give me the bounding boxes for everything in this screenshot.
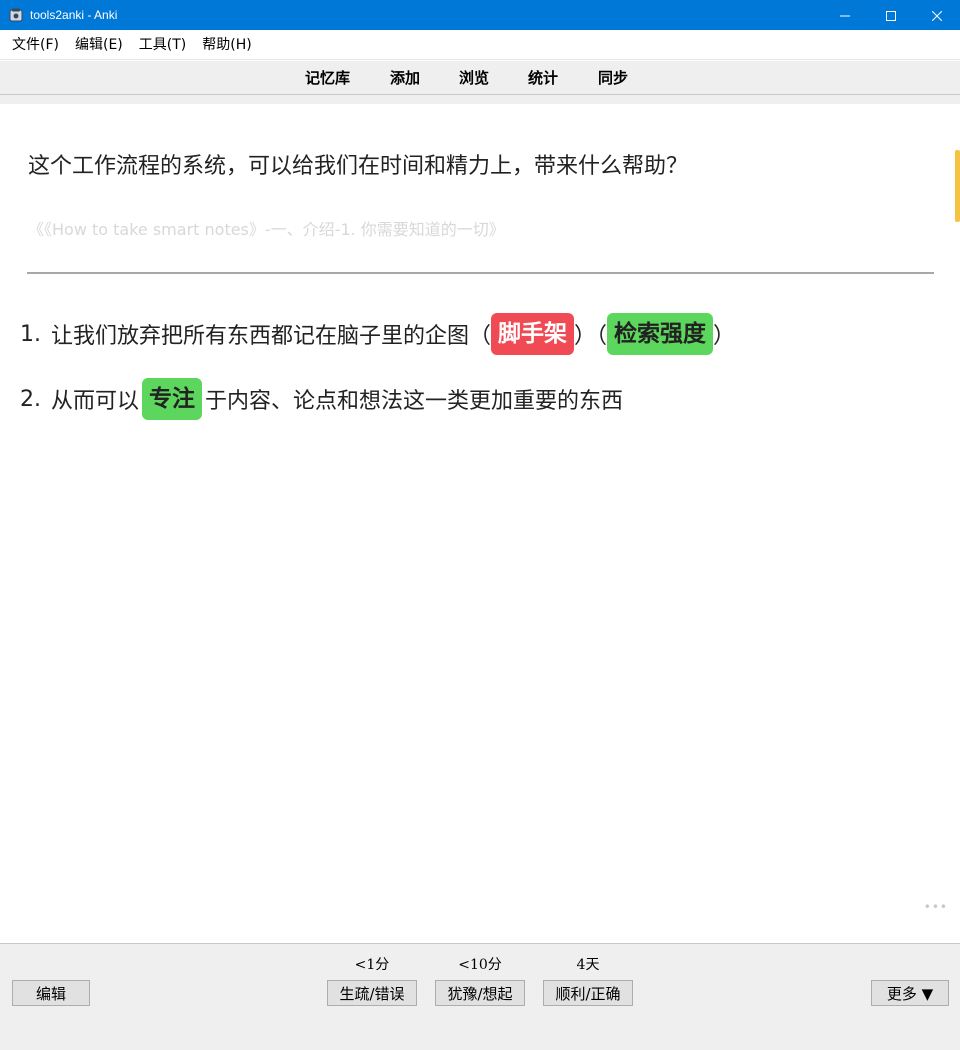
minimize-icon xyxy=(840,6,850,25)
hard-interval: <10分 xyxy=(458,957,502,973)
answer-text: ）（ xyxy=(574,324,608,349)
menu-file[interactable]: 文件(F) xyxy=(4,30,67,60)
toolbar-separator xyxy=(0,95,960,104)
again-button[interactable]: 生疏/错误 xyxy=(327,980,417,1006)
close-button[interactable] xyxy=(914,0,960,30)
resize-handle-icon[interactable]: ••• xyxy=(924,900,948,914)
card-question: 这个工作流程的系统，可以给我们在时间和精力上，带来什么帮助？ xyxy=(28,154,689,179)
answer-line-2: 2. 从而可以 专注 于内容、论点和想法这一类更加重要的东西 xyxy=(20,377,623,421)
scroll-marker xyxy=(955,150,960,222)
edit-button[interactable]: 编辑 xyxy=(12,980,90,1006)
good-button[interactable]: 顺利/正确 xyxy=(543,980,633,1006)
hard-button[interactable]: 犹豫/想起 xyxy=(435,980,525,1006)
again-interval: <1分 xyxy=(354,957,390,973)
menu-edit[interactable]: 编辑(E) xyxy=(67,30,131,60)
anki-icon xyxy=(8,7,24,23)
maximize-icon xyxy=(886,6,896,25)
more-button[interactable]: 更多 ▼ xyxy=(871,980,949,1006)
cloze-highlight: 脚手架 xyxy=(491,313,575,355)
card-source: 《《How to take smart notes》-一、介绍-1. 你需要知道… xyxy=(28,220,505,239)
answer-text: 于内容、论点和想法这一类更加重要的东西 xyxy=(205,389,624,414)
card-view: 这个工作流程的系统，可以给我们在时间和精力上，带来什么帮助？ 《《How to … xyxy=(0,104,960,943)
cloze-highlight: 检索强度 xyxy=(607,313,714,355)
minimize-button[interactable] xyxy=(822,0,868,30)
menu-tools[interactable]: 工具(T) xyxy=(131,30,194,60)
review-bar: <1分 <10分 4天 编辑 生疏/错误 犹豫/想起 顺利/正确 更多 ▼ xyxy=(0,943,960,1050)
window-controls xyxy=(822,0,960,30)
answer-line-1: 1. 让我们放弃把所有东西都记在脑子里的企图（ 脚手架 ）（ 检索强度 ） xyxy=(20,312,735,356)
answer-text: 从而可以 xyxy=(51,389,140,414)
menu-bar: 文件(F) 编辑(E) 工具(T) 帮助(H) xyxy=(0,30,960,60)
answer-divider xyxy=(27,272,934,274)
toolbar-stats[interactable]: 统计 xyxy=(528,61,558,95)
maximize-button[interactable] xyxy=(868,0,914,30)
answer-text: 让我们放弃把所有东西都记在脑子里的企图（ xyxy=(51,324,492,349)
answer-number: 1. xyxy=(20,321,41,347)
toolbar-decks[interactable]: 记忆库 xyxy=(305,61,350,95)
toolbar-browse[interactable]: 浏览 xyxy=(459,61,489,95)
answer-number: 2. xyxy=(20,386,41,412)
close-icon xyxy=(931,6,943,25)
main-toolbar: 记忆库 添加 浏览 统计 同步 xyxy=(0,61,960,95)
window-title: tools2anki - Anki xyxy=(30,8,118,22)
toolbar-add[interactable]: 添加 xyxy=(390,61,420,95)
answer-text: ） xyxy=(713,324,736,349)
toolbar-sync[interactable]: 同步 xyxy=(598,61,628,95)
menu-help[interactable]: 帮助(H) xyxy=(194,30,259,60)
good-interval: 4天 xyxy=(576,957,600,973)
title-bar: tools2anki - Anki xyxy=(0,0,960,30)
cloze-highlight: 专注 xyxy=(142,378,203,420)
